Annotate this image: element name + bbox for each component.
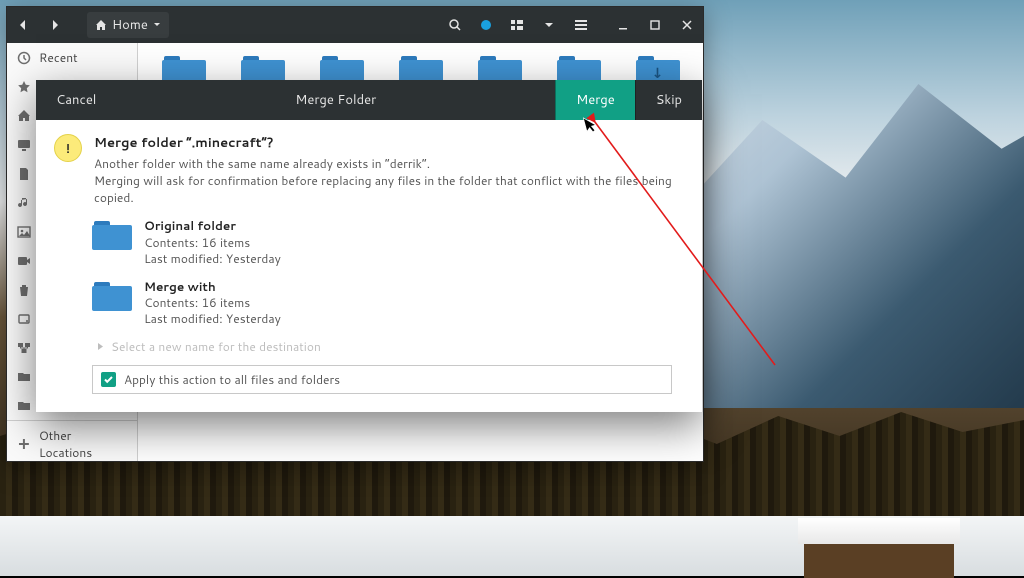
merge-with-block: Merge with Contents: 16 items Last modif… <box>92 279 672 328</box>
hamburger-button[interactable] <box>567 11 595 39</box>
sidebar-other-locations[interactable]: Other Locations <box>7 420 137 467</box>
search-button[interactable] <box>441 11 469 39</box>
video-icon <box>17 254 31 268</box>
dialog-title: Merge Folder <box>116 91 555 109</box>
apply-all-checkbox[interactable] <box>101 372 116 387</box>
original-folder-contents: Contents: 16 items <box>144 235 281 251</box>
clock-icon <box>17 51 31 65</box>
disk-icon <box>17 312 31 326</box>
merge-with-title: Merge with <box>144 278 216 295</box>
merge-with-contents: Contents: 16 items <box>144 295 281 311</box>
minimize-button[interactable] <box>609 11 637 39</box>
trash-icon <box>17 283 31 297</box>
plus-icon <box>17 437 31 451</box>
cancel-button[interactable]: Cancel <box>36 80 116 120</box>
original-folder-title: Original folder <box>144 217 236 234</box>
warning-icon: ! <box>54 134 82 162</box>
back-button[interactable] <box>9 11 37 39</box>
fm-titlebar: Home <box>7 7 703 43</box>
folder-icon <box>17 370 31 384</box>
original-folder-modified: Last modified: Yesterday <box>144 251 281 267</box>
status-dot-icon <box>481 20 491 30</box>
view-toggle-button[interactable] <box>503 11 531 39</box>
dialog-header: Cancel Merge Folder Merge Skip <box>36 80 702 120</box>
sidebar-item-recent[interactable]: Recent <box>7 43 137 72</box>
forward-button[interactable] <box>41 11 69 39</box>
breadcrumb[interactable]: Home <box>87 12 169 38</box>
home-icon <box>17 109 31 123</box>
folder-icon <box>92 279 132 311</box>
breadcrumb-home-label: Home <box>112 16 148 34</box>
chevron-down-icon <box>153 21 161 29</box>
view-options-button[interactable] <box>535 11 563 39</box>
dialog-text-1: Another folder with the same name alread… <box>94 156 672 173</box>
home-icon <box>95 19 107 31</box>
close-button[interactable] <box>673 11 701 39</box>
dialog-heading: Merge folder “.minecraft”? <box>94 134 672 152</box>
merge-folder-dialog: Cancel Merge Folder Merge Skip ! Merge f… <box>36 80 702 412</box>
desktop-icon <box>17 138 31 152</box>
rename-expander[interactable]: Select a new name for the destination <box>96 338 672 355</box>
music-icon <box>17 196 31 210</box>
apply-all-label: Apply this action to all files and folde… <box>124 371 340 388</box>
chevron-right-icon <box>96 342 105 351</box>
original-folder-block: Original folder Contents: 16 items Last … <box>92 218 672 267</box>
dialog-text-2: Merging will ask for confirmation before… <box>94 173 672 207</box>
folder-icon <box>92 218 132 250</box>
folder-icon <box>17 399 31 413</box>
maximize-button[interactable] <box>641 11 669 39</box>
picture-icon <box>17 225 31 239</box>
star-icon <box>17 80 31 94</box>
apply-all-row[interactable]: Apply this action to all files and folde… <box>92 365 672 394</box>
network-icon <box>17 341 31 355</box>
document-icon <box>17 167 31 181</box>
merge-with-modified: Last modified: Yesterday <box>144 311 281 327</box>
